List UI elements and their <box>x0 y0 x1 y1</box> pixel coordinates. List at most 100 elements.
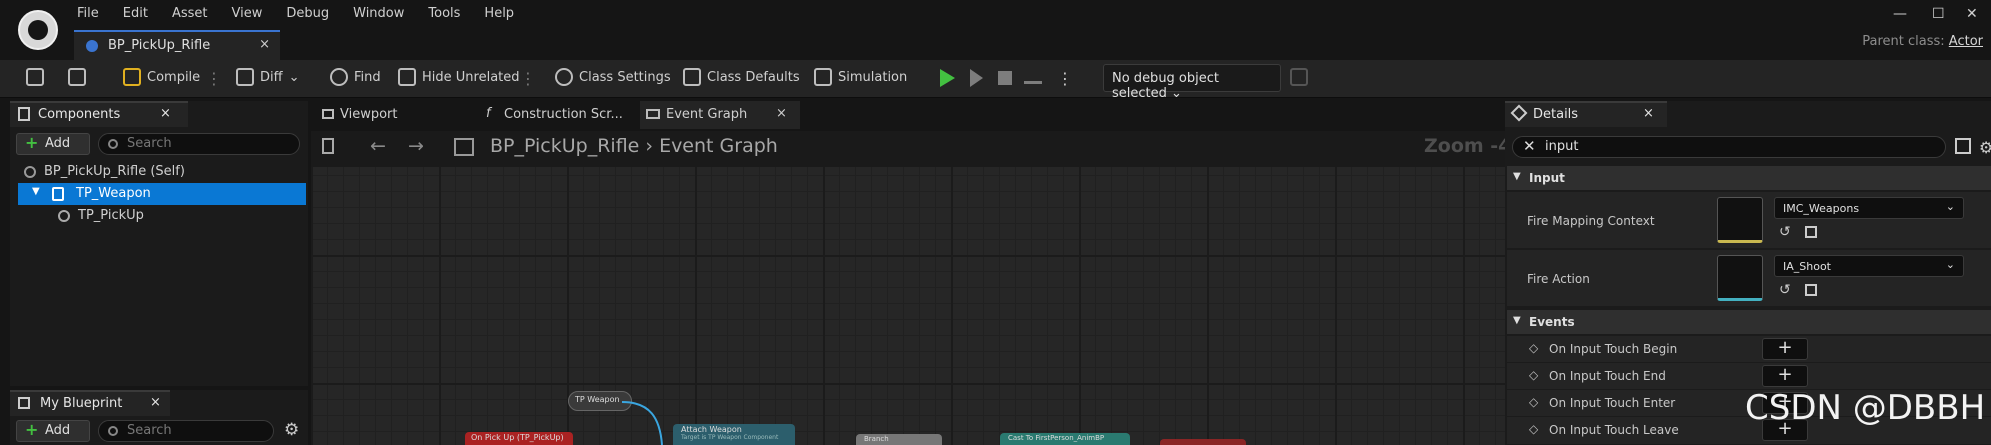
close-panel-icon[interactable]: × <box>1643 106 1654 121</box>
graph-canvas[interactable] <box>311 167 1505 445</box>
expand-arrow-icon[interactable]: ▼ <box>32 186 40 197</box>
maximize-icon[interactable]: ☐ <box>1932 6 1945 22</box>
find-icon <box>330 68 348 86</box>
add-event-button[interactable]: + <box>1762 338 1808 360</box>
my-blueprint-title: My Blueprint <box>40 396 123 411</box>
menu-edit[interactable]: Edit <box>123 6 148 21</box>
compile-button[interactable]: Compile <box>123 68 200 86</box>
back-arrow-icon[interactable]: ← <box>370 135 386 157</box>
node-branch[interactable]: Branch <box>856 434 942 445</box>
menu-asset[interactable]: Asset <box>172 6 208 21</box>
asset-picker-combo[interactable]: IMC_Weapons ⌄ <box>1774 197 1964 219</box>
diff-button[interactable]: Diff ⌄ <box>236 68 300 86</box>
add-member-button[interactable]: + Add <box>16 420 90 442</box>
parent-class-link[interactable]: Actor <box>1949 34 1983 49</box>
node-cast-to[interactable]: Cast To FirstPerson_AnimBP <box>1000 433 1130 445</box>
asset-thumbnail[interactable] <box>1717 255 1763 301</box>
tab-viewport[interactable]: Viewport <box>316 101 474 129</box>
close-window-icon[interactable]: ✕ <box>1966 6 1978 22</box>
node-subtitle: Target is TP Weapon Component <box>681 434 779 441</box>
bookmark-icon[interactable] <box>322 138 334 154</box>
details-search-input[interactable]: ✕ input <box>1512 136 1946 158</box>
compile-label: Compile <box>147 69 201 85</box>
advance-frame-icon[interactable] <box>970 69 983 87</box>
compile-options-icon[interactable]: ⋮ <box>206 66 222 92</box>
node-title: Branch <box>864 435 889 443</box>
menu-file[interactable]: File <box>77 6 99 21</box>
tab-label: Event Graph <box>666 107 748 122</box>
event-row: ◇ On Input Touch Begin + <box>1507 336 1991 363</box>
compile-icon <box>123 68 141 86</box>
debug-object-select[interactable]: No debug object selected ⌄ <box>1103 64 1281 101</box>
gear-icon[interactable]: ⚙ <box>284 420 299 440</box>
hide-unrelated-button[interactable]: Hide Unrelated <box>398 68 520 86</box>
find-button[interactable]: Find <box>330 68 381 86</box>
tab-label: Viewport <box>340 107 398 122</box>
close-panel-icon[interactable]: × <box>160 106 171 121</box>
menu-view[interactable]: View <box>232 6 263 21</box>
clear-search-icon[interactable]: ✕ <box>1523 137 1536 155</box>
close-tab-icon[interactable]: × <box>776 106 787 121</box>
node-on-pick-up[interactable]: On Pick Up (TP_PickUp) <box>465 432 573 445</box>
tab-construction-script[interactable]: f Construction Scr... <box>478 101 638 129</box>
property-row-fire-mapping-context: Fire Mapping Context IMC_Weapons ⌄ ↺ <box>1507 192 1991 249</box>
use-selected-icon[interactable]: ↺ <box>1779 282 1791 298</box>
breadcrumb-graph[interactable]: Event Graph <box>659 135 778 157</box>
my-blueprint-tab[interactable]: My Blueprint × <box>10 390 170 416</box>
add-event-button[interactable]: + <box>1762 365 1808 387</box>
gear-icon <box>555 68 573 86</box>
components-search-input[interactable]: Search <box>98 133 300 155</box>
tree-item-self[interactable]: BP_PickUp_Rifle (Self) <box>10 161 308 183</box>
stop-icon[interactable] <box>998 71 1012 85</box>
breadcrumb-blueprint[interactable]: BP_PickUp_Rifle <box>490 135 639 157</box>
close-panel-icon[interactable]: × <box>150 395 161 410</box>
category-label: Input <box>1529 171 1565 185</box>
gear-icon[interactable]: ⚙ <box>1979 138 1991 157</box>
chevron-down-icon: ⌄ <box>1945 200 1955 213</box>
minimize-icon[interactable]: — <box>1893 6 1907 22</box>
category-events[interactable]: ▼ Events <box>1507 310 1991 334</box>
browse-icon[interactable] <box>68 68 86 86</box>
node-partial[interactable] <box>1160 439 1246 445</box>
my-blueprint-search-input[interactable]: Search <box>98 420 274 442</box>
close-tab-icon[interactable]: × <box>259 37 270 52</box>
document-tab[interactable]: BP_PickUp_Rifle × <box>74 30 280 60</box>
details-tab[interactable]: Details × <box>1505 101 1667 127</box>
play-icon[interactable] <box>940 69 955 87</box>
node-title: Attach Weapon <box>681 425 742 434</box>
event-label: On Input Touch Enter <box>1549 396 1676 410</box>
event-diamond-icon: ◇ <box>1529 368 1539 382</box>
browse-asset-icon[interactable] <box>1805 284 1817 296</box>
forward-arrow-icon[interactable]: → <box>408 135 424 157</box>
menu-help[interactable]: Help <box>484 6 514 21</box>
details-title: Details <box>1533 107 1579 122</box>
class-settings-button[interactable]: Class Settings <box>555 68 671 86</box>
save-icon[interactable] <box>26 68 44 86</box>
class-defaults-button[interactable]: Class Defaults <box>683 68 800 86</box>
unreal-logo-icon[interactable] <box>18 10 58 50</box>
tree-item-tp-pickup[interactable]: TP_PickUp <box>10 205 308 227</box>
class-settings-label: Class Settings <box>579 69 671 85</box>
add-component-button[interactable]: + Add <box>16 133 90 155</box>
use-selected-icon[interactable]: ↺ <box>1779 224 1791 240</box>
play-options-icon[interactable]: ⋮ <box>1057 66 1073 92</box>
hierarchy-icon[interactable] <box>454 138 474 156</box>
menu-debug[interactable]: Debug <box>286 6 329 21</box>
asset-picker-combo[interactable]: IA_Shoot ⌄ <box>1774 255 1964 277</box>
browse-asset-icon[interactable] <box>1805 226 1817 238</box>
tree-item-tp-weapon[interactable]: ▼ TP_Weapon <box>18 183 306 205</box>
node-attach-weapon[interactable]: Attach Weapon Target is TP Weapon Compon… <box>673 424 795 445</box>
more-options-icon[interactable]: ⋮ <box>520 66 536 92</box>
collapse-arrow-icon: ▼ <box>1513 315 1521 326</box>
menu-window[interactable]: Window <box>353 6 404 21</box>
asset-thumbnail[interactable] <box>1717 197 1763 243</box>
simulation-button[interactable]: Simulation <box>814 68 907 86</box>
menu-tools[interactable]: Tools <box>428 6 460 21</box>
table-view-icon[interactable] <box>1955 138 1971 154</box>
eject-icon[interactable] <box>1024 70 1042 84</box>
diff-label: Diff <box>260 69 283 85</box>
tab-event-graph[interactable]: Event Graph × <box>640 101 800 129</box>
debug-filter-icon[interactable] <box>1290 68 1308 86</box>
category-input[interactable]: ▼ Input <box>1507 166 1991 190</box>
components-tab[interactable]: Components × <box>10 101 188 127</box>
